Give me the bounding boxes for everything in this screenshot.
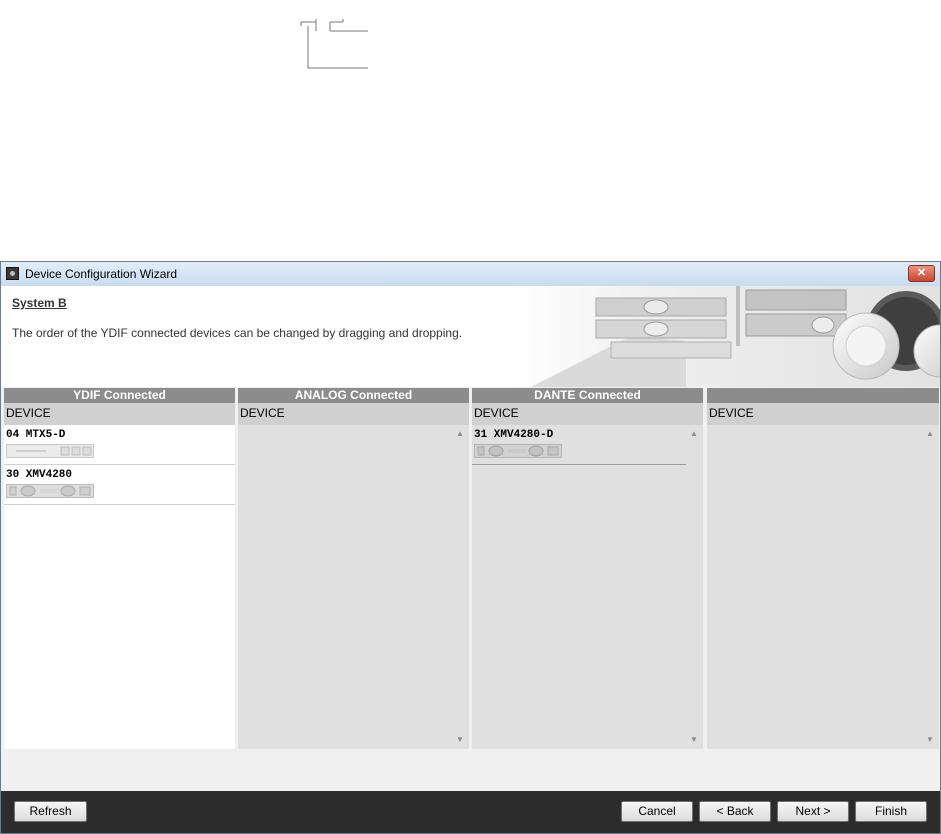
bracket-lines xyxy=(300,19,368,69)
dante-column: DANTE Connected DEVICE 31 XMV4280-D ▲ ▼ xyxy=(472,388,703,749)
page-description: The order of the YDIF connected devices … xyxy=(12,326,463,340)
column-subheader-device: DEVICE xyxy=(472,403,703,425)
device-label: 04 MTX5-D xyxy=(6,429,66,441)
device-item-xmv4280[interactable]: 30 XMV4280 xyxy=(4,465,235,505)
wizard-header: System B The order of the YDIF connected… xyxy=(1,286,940,387)
ydif-device-list[interactable]: 04 MTX5-D 30 XMV4280 xyxy=(4,425,235,749)
next-button[interactable]: Next > xyxy=(777,801,849,822)
device-thumbnail-image xyxy=(6,444,94,458)
device-item-mtx5d[interactable]: 04 MTX5-D xyxy=(4,425,235,465)
footer-bar: Refresh Cancel < Back Next > Finish xyxy=(1,791,940,833)
close-button[interactable]: ✕ xyxy=(908,265,935,282)
dante-scrollbar[interactable]: ▲ ▼ xyxy=(687,425,701,749)
column-header-empty xyxy=(707,388,939,403)
analog-scrollbar[interactable]: ▲ ▼ xyxy=(453,425,467,749)
back-button[interactable]: < Back xyxy=(699,801,771,822)
refresh-button[interactable]: Refresh xyxy=(14,801,87,822)
device-configuration-wizard-window: Device Configuration Wizard ✕ System B T… xyxy=(0,261,941,834)
cancel-button[interactable]: Cancel xyxy=(621,801,693,822)
device-thumbnail-image xyxy=(474,444,562,458)
banner-image xyxy=(511,286,940,387)
dante-device-list[interactable]: 31 XMV4280-D ▲ ▼ xyxy=(472,425,703,749)
window-title: Device Configuration Wizard xyxy=(25,267,178,281)
fourth-column: DEVICE ▲ ▼ xyxy=(707,388,939,749)
device-thumbnail-image xyxy=(6,484,94,498)
device-label: 30 XMV4280 xyxy=(6,469,73,481)
scroll-down-icon[interactable]: ▼ xyxy=(689,735,699,745)
scroll-up-icon[interactable]: ▲ xyxy=(689,429,699,439)
app-icon xyxy=(6,267,19,280)
ydif-column: YDIF Connected DEVICE 04 MTX5-D 30 XMV42… xyxy=(4,388,235,749)
page-title: System B xyxy=(12,296,67,310)
scroll-down-icon[interactable]: ▼ xyxy=(925,735,935,745)
device-columns: YDIF Connected DEVICE 04 MTX5-D 30 XMV42… xyxy=(4,388,939,749)
column-header-dante: DANTE Connected xyxy=(472,388,703,403)
column-subheader-device: DEVICE xyxy=(4,403,235,425)
scroll-down-icon[interactable]: ▼ xyxy=(455,735,465,745)
fourth-device-list[interactable]: ▲ ▼ xyxy=(707,425,939,749)
scroll-up-icon[interactable]: ▲ xyxy=(925,429,935,439)
device-item-xmv4280d[interactable]: 31 XMV4280-D xyxy=(472,425,686,465)
finish-button[interactable]: Finish xyxy=(855,801,927,822)
column-header-analog: ANALOG Connected xyxy=(238,388,469,403)
column-subheader-device: DEVICE xyxy=(238,403,469,425)
analog-device-list[interactable]: ▲ ▼ xyxy=(238,425,469,749)
analog-column: ANALOG Connected DEVICE ▲ ▼ xyxy=(238,388,469,749)
fourth-scrollbar[interactable]: ▲ ▼ xyxy=(923,425,937,749)
title-bar[interactable]: Device Configuration Wizard ✕ xyxy=(1,262,940,287)
column-header-ydif: YDIF Connected xyxy=(4,388,235,403)
device-label: 31 XMV4280-D xyxy=(474,429,554,441)
scroll-up-icon[interactable]: ▲ xyxy=(455,429,465,439)
column-subheader-device: DEVICE xyxy=(707,403,939,425)
